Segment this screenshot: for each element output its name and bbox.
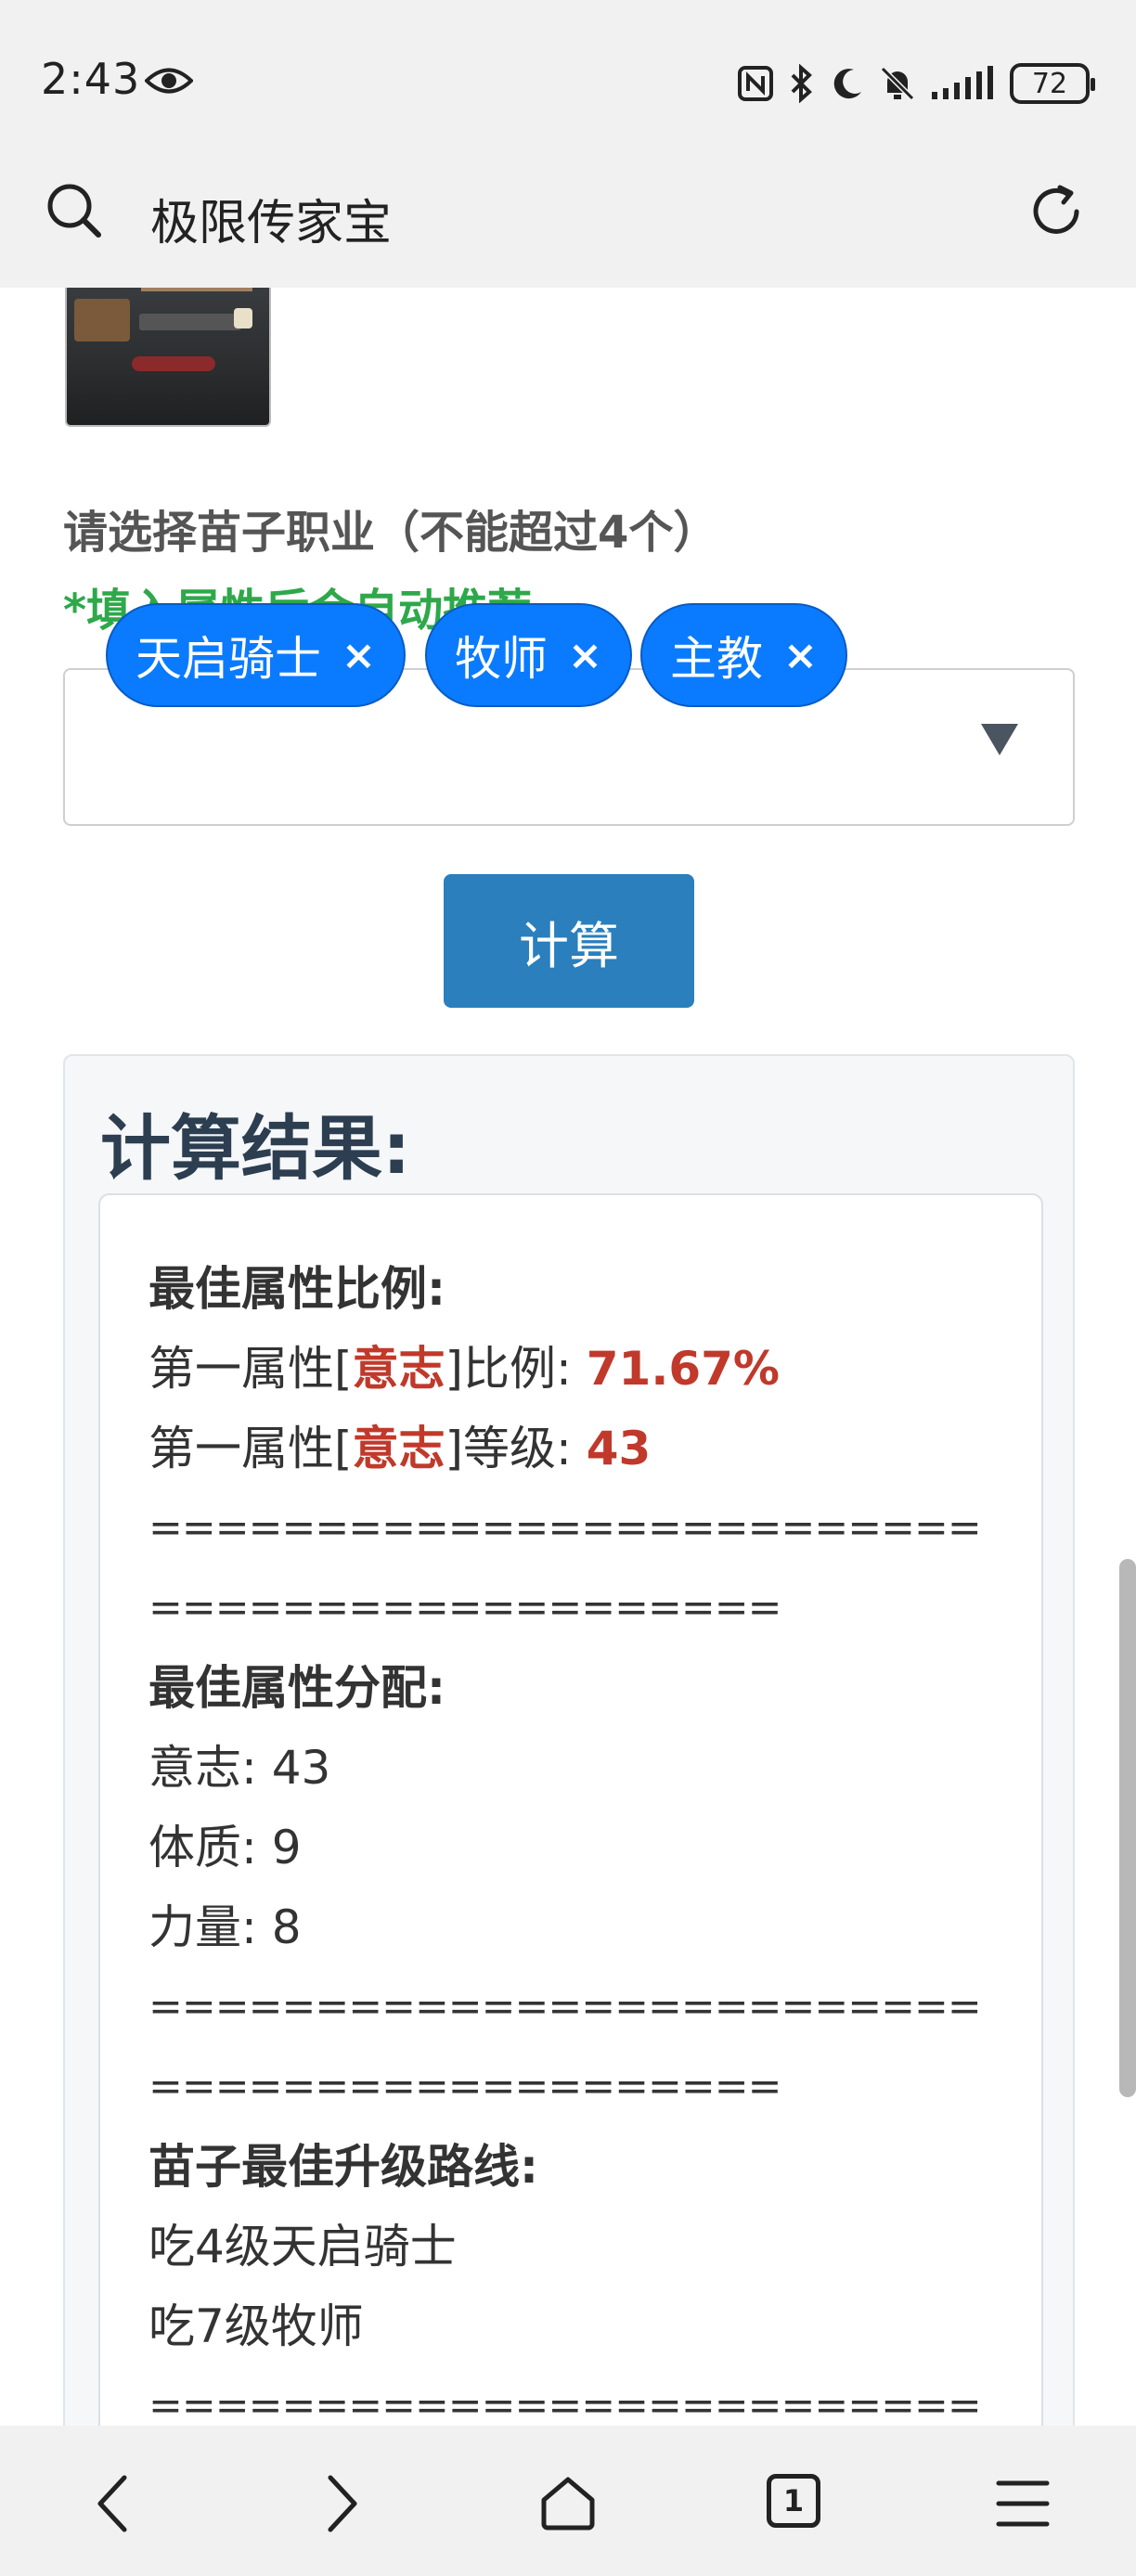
route-item: 吃4级天启骑士 xyxy=(148,2220,457,2273)
remove-tag-button[interactable]: × xyxy=(783,632,818,679)
distribution-item: 体质: 9 xyxy=(148,1821,302,1874)
remove-tag-button[interactable]: × xyxy=(568,632,602,679)
refresh-icon[interactable] xyxy=(1026,182,1086,241)
bell-muted-icon xyxy=(880,66,915,101)
tag-apocalypse-knight[interactable]: 天启骑士 × xyxy=(106,603,406,707)
distribution-item: 意志: 43 xyxy=(148,1741,331,1795)
ratio-heading: 最佳属性比例: xyxy=(148,1262,445,1316)
tag-priest[interactable]: 牧师 × xyxy=(425,603,632,707)
forward-icon[interactable] xyxy=(321,2474,362,2533)
status-icons: 72 xyxy=(737,59,1095,108)
moon-icon xyxy=(833,69,861,99)
result-panel: 计算结果: 最佳属性比例: 第一属性[意志]比例: 71.67% 第一属性[意志… xyxy=(63,1054,1075,2426)
tag-bishop[interactable]: 主教 × xyxy=(640,603,847,707)
page-content[interactable]: 请选择苗子职业（不能超过4个） *填入属性后会自动推荐 天启骑士 × 牧师 × … xyxy=(0,288,1136,2426)
search-icon[interactable] xyxy=(45,181,104,240)
remove-tag-button[interactable]: × xyxy=(342,632,376,679)
result-title: 计算结果: xyxy=(100,1107,411,1190)
level-attribute: 意志 xyxy=(352,1422,445,1475)
ratio-attribute: 意志 xyxy=(352,1342,445,1396)
separator: =================== xyxy=(148,2063,781,2110)
level-line: 第一属性[意志]等级: 43 xyxy=(148,1422,652,1475)
route-item: 吃7级牧师 xyxy=(148,2299,364,2353)
distribution-heading: 最佳属性分配: xyxy=(148,1661,445,1715)
signal-icon xyxy=(932,66,993,99)
tag-label: 牧师 xyxy=(455,632,548,686)
back-icon[interactable] xyxy=(93,2474,134,2533)
tag-label: 主教 xyxy=(670,632,763,686)
battery-icon: 72 xyxy=(1010,63,1095,104)
route-heading: 苗子最佳升级路线: xyxy=(148,2140,538,2194)
menu-icon[interactable] xyxy=(993,2474,1052,2533)
tabs-icon[interactable]: 1 xyxy=(767,2474,820,2528)
ratio-value: 71.67% xyxy=(586,1342,781,1396)
class-select-label: 请选择苗子职业（不能超过4个） xyxy=(63,507,718,559)
level-value: 43 xyxy=(586,1422,652,1475)
separator: ================================ xyxy=(148,2382,984,2426)
distribution-item: 力量: 8 xyxy=(148,1900,302,1954)
separator: =================== xyxy=(148,1584,781,1631)
eye-icon xyxy=(145,68,193,94)
screenshot-thumbnail[interactable] xyxy=(65,288,271,427)
tag-label: 天启骑士 xyxy=(136,632,321,686)
ratio-line: 第一属性[意志]比例: 71.67% xyxy=(148,1342,781,1396)
separator: ================================ xyxy=(148,1983,984,2030)
chevron-down-icon[interactable] xyxy=(981,724,1018,755)
scrollbar[interactable] xyxy=(1119,1559,1136,2097)
search-query[interactable]: 极限传家宝 xyxy=(150,184,392,253)
result-box: 最佳属性比例: 第一属性[意志]比例: 71.67% 第一属性[意志]等级: 4… xyxy=(98,1193,1043,2426)
separator: ================================ xyxy=(148,1504,984,1552)
nfc-icon xyxy=(738,66,773,101)
bluetooth-icon xyxy=(791,64,812,103)
home-icon[interactable] xyxy=(538,2474,598,2533)
calculate-button[interactable]: 计算 xyxy=(444,874,694,1008)
status-time: 2:43 xyxy=(41,54,141,104)
